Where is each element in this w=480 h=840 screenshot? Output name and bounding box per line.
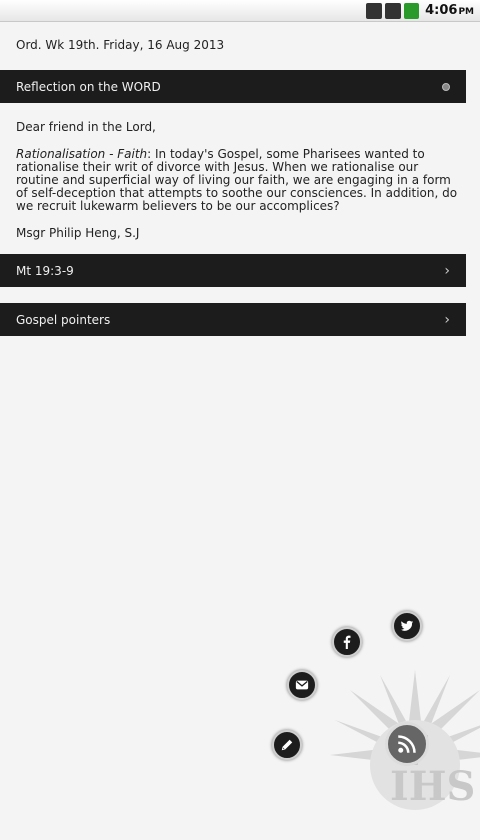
- facebook-share-button[interactable]: [332, 627, 362, 657]
- reflection-section-title: Reflection on the WORD: [16, 79, 161, 94]
- twitter-share-button[interactable]: [392, 611, 422, 641]
- email-share-button[interactable]: [287, 670, 317, 700]
- feed-icon: [398, 735, 416, 753]
- status-bar: 4:06PM: [0, 0, 480, 22]
- chevron-right-icon: ›: [444, 262, 450, 279]
- reflection-section-header[interactable]: Reflection on the WORD: [0, 70, 466, 103]
- collapse-indicator-icon: [442, 82, 450, 91]
- signal-icon: [385, 2, 402, 19]
- email-icon: [295, 680, 309, 690]
- svg-text:IHS: IHS: [390, 763, 475, 810]
- pointers-section-header[interactable]: Gospel pointers ›: [0, 303, 466, 336]
- scripture-section-title: Mt 19:3-9: [16, 263, 74, 278]
- reflection-paragraph: Rationalisation - Faith: In today's Gosp…: [16, 148, 464, 213]
- edit-button[interactable]: [272, 730, 302, 760]
- facebook-icon: [343, 635, 351, 649]
- feed-button[interactable]: [385, 722, 429, 766]
- pointers-section-title: Gospel pointers: [16, 312, 111, 327]
- author: Msgr Philip Heng, S.J: [16, 226, 140, 240]
- clock: 4:06PM: [425, 3, 474, 18]
- date-line: Ord. Wk 19th. Friday, 16 Aug 2013: [16, 38, 225, 52]
- edit-icon: [281, 739, 293, 751]
- sd-card-icon: [366, 2, 383, 19]
- scripture-section-header[interactable]: Mt 19:3-9 ›: [0, 254, 466, 287]
- chevron-right-icon: ›: [444, 311, 450, 328]
- reflection-content: Dear friend in the Lord, Rationalisation…: [0, 103, 480, 240]
- battery-icon: [404, 2, 420, 19]
- reflection-heading: Rationalisation - Faith: [16, 147, 148, 161]
- greeting: Dear friend in the Lord,: [16, 120, 156, 134]
- twitter-icon: [400, 620, 414, 631]
